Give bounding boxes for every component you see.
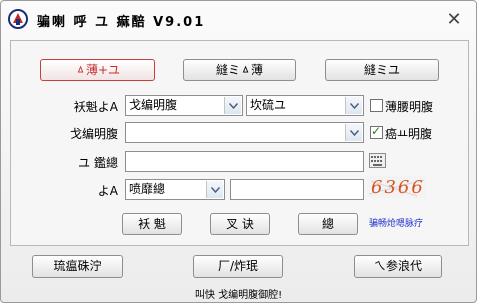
footer-left-button[interactable]: 琉瘟硃泞: [32, 255, 123, 278]
footer-center-button[interactable]: 厂/炸珉: [193, 255, 283, 278]
title-bar: 骗喇 呼 ユ 痲醅 V9.01 ✕: [1, 1, 476, 37]
chevron-down-icon: [224, 97, 241, 114]
account-type-label: 袄魁よA: [73, 100, 118, 114]
app-logo-icon: [8, 9, 28, 29]
chevron-down-icon: [345, 97, 362, 114]
captcha-image[interactable]: 6366: [367, 176, 426, 198]
exit-button[interactable]: 總: [298, 213, 358, 235]
password-label: ユ 鑑總: [78, 156, 118, 170]
keyboard-icon[interactable]: [369, 153, 386, 168]
chevron-down-icon: [345, 124, 362, 141]
login-button[interactable]: 袄 魁: [122, 213, 182, 235]
window-title: 骗喇 呼 ユ 痲醅 V9.01: [37, 15, 206, 30]
remember-label: 薄腰明腹: [385, 100, 434, 114]
chevron-down-icon: [206, 181, 223, 198]
account-id-combobox[interactable]: [125, 122, 364, 143]
status-text: 叫快 戈编明腹御腔!: [194, 290, 283, 301]
tab-register[interactable]: 縫ミㅿ薄: [183, 59, 296, 81]
server-select[interactable]: 坎硫ユ: [246, 95, 364, 116]
tab-recover[interactable]: 縫ミユ: [325, 59, 439, 81]
close-button[interactable]: ✕: [445, 11, 463, 29]
auto-login-label: 癌ㅛ明腹: [385, 127, 433, 141]
tab-login[interactable]: ㅿ薄+ユ: [40, 59, 155, 81]
account-type-select[interactable]: 戈编明腹: [125, 95, 243, 116]
footer-right-button[interactable]: ㄟ参浪代: [354, 255, 442, 278]
captcha-label: よA: [97, 184, 118, 198]
captcha-text: 6366: [371, 177, 425, 198]
captcha-type-select[interactable]: 喷靡總: [125, 179, 225, 200]
login-window: 骗喇 呼 ユ 痲醅 V9.01 ✕ ㅿ薄+ユ 縫ミㅿ薄 縫ミユ 袄魁よA 戈编明…: [0, 0, 477, 303]
help-link[interactable]: 骗畅炝嗯脉疗: [369, 216, 423, 229]
password-input[interactable]: [125, 151, 364, 172]
account-id-label: 戈编明腹: [69, 127, 118, 141]
reset-button[interactable]: 叉 诀: [210, 213, 270, 235]
remember-checkbox[interactable]: [370, 99, 383, 112]
checkmark-icon: ✓: [371, 124, 382, 138]
captcha-input[interactable]: [230, 179, 364, 200]
auto-login-checkbox[interactable]: ✓: [370, 124, 383, 139]
